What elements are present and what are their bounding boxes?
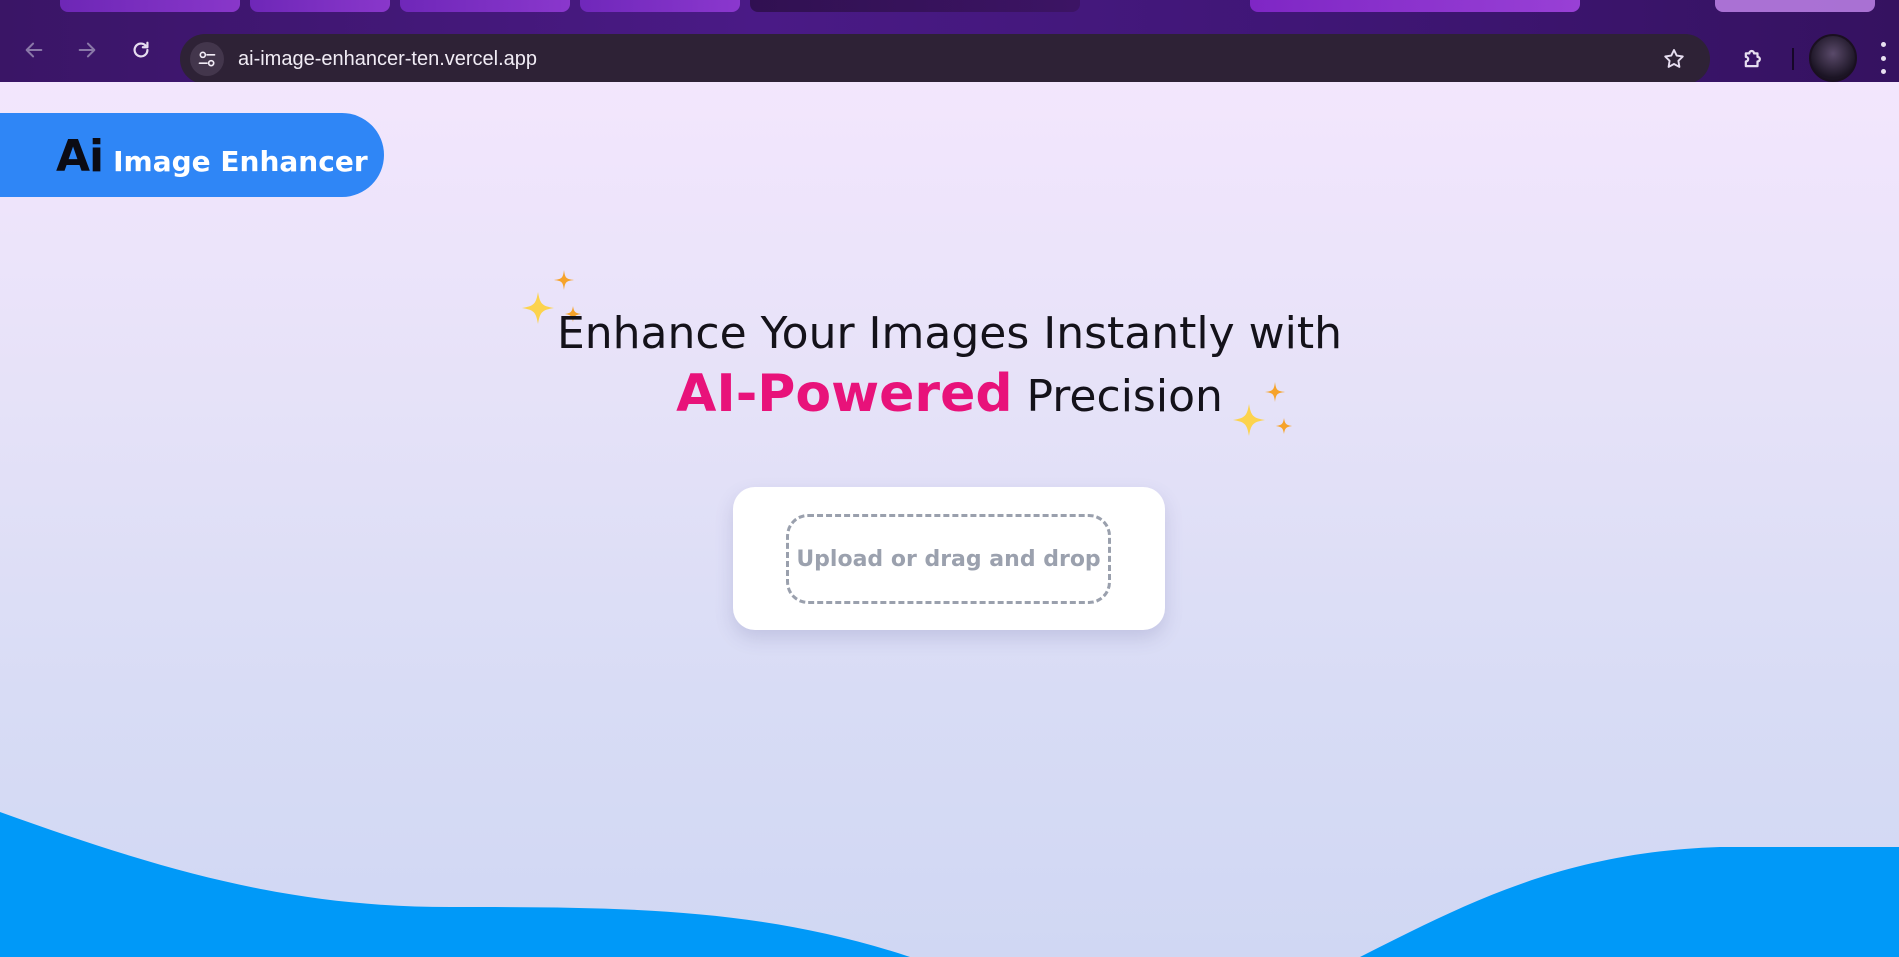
tab-strip (0, 0, 1899, 12)
toolbar-divider (1792, 48, 1794, 70)
hero-headline: Enhance Your Images Instantly with AI-Po… (0, 304, 1899, 427)
kebab-menu-icon[interactable] (1878, 42, 1888, 74)
back-button[interactable] (20, 36, 48, 64)
logo-mark: Ai (56, 131, 104, 182)
tab[interactable] (1250, 0, 1580, 12)
hero-line-1: Enhance Your Images Instantly with (556, 308, 1343, 359)
extensions-button[interactable] (1740, 44, 1768, 72)
star-icon (1664, 49, 1684, 68)
site-info-button[interactable] (190, 42, 224, 76)
page-viewport: Ai Image Enhancer Enhance Your Images In… (0, 82, 1899, 957)
url-text[interactable]: ai-image-enhancer-ten.vercel.app (238, 48, 537, 71)
tab[interactable] (250, 0, 390, 12)
tune-icon (198, 51, 216, 67)
hero-line-2: AI-Powered Precision (0, 364, 1899, 427)
tab[interactable] (1715, 0, 1875, 12)
sparkle-icon (1233, 382, 1292, 436)
hero-line-2-rest: Precision (1012, 371, 1223, 422)
address-bar[interactable]: ai-image-enhancer-ten.vercel.app (180, 34, 1710, 84)
upload-dropzone[interactable]: Upload or drag and drop (786, 514, 1111, 604)
browser-chrome: ai-image-enhancer-ten.vercel.app (0, 0, 1899, 84)
upload-card: Upload or drag and drop (733, 487, 1165, 630)
decorative-wave (0, 812, 1899, 957)
hero-accent: AI-Powered (676, 364, 1013, 424)
profile-avatar[interactable] (1809, 34, 1857, 82)
tab[interactable] (60, 0, 240, 12)
puzzle-icon (1744, 49, 1761, 68)
bookmark-button[interactable] (1660, 45, 1688, 73)
tab-active[interactable] (750, 0, 1080, 12)
forward-button[interactable] (73, 36, 101, 64)
arrow-right-icon (78, 42, 96, 58)
tab[interactable] (400, 0, 570, 12)
reload-button[interactable] (127, 36, 155, 64)
logo-text: Image Enhancer (113, 145, 368, 178)
site-logo[interactable]: Ai Image Enhancer (0, 113, 384, 197)
arrow-left-icon (25, 42, 43, 58)
toolbar: ai-image-enhancer-ten.vercel.app (0, 12, 1899, 84)
tab[interactable] (580, 0, 740, 12)
reload-icon (133, 41, 149, 58)
